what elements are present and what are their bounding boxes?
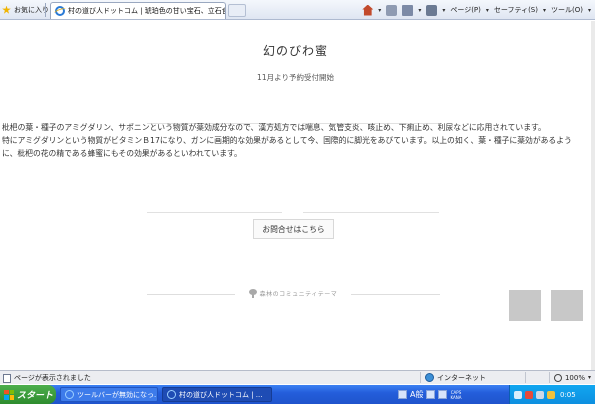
chevron-down-icon: ▾ — [485, 6, 489, 14]
chevron-down-icon: ▾ — [587, 6, 591, 14]
tree-icon — [248, 289, 257, 298]
chevron-down-icon[interactable]: ▾ — [378, 7, 381, 14]
taskbar-window-label: ツールバーが無効になっ... — [77, 390, 158, 399]
contact-button[interactable]: お問合せはこちら — [253, 219, 334, 239]
favorites-button[interactable]: お気に入り — [2, 3, 49, 17]
taskbar-window-button[interactable]: 村の道び人ドットコム | ... — [162, 387, 272, 402]
feed-icon[interactable] — [386, 4, 398, 16]
footer-theme-credit[interactable]: 森林のコミュニティテーマ — [236, 289, 350, 298]
browser-tab[interactable]: 村の道び人ドットコム | 琥珀色の甘い宝石、立石食蜂... — [50, 2, 226, 19]
safety-menu[interactable]: セーフティ(S) — [494, 5, 538, 15]
footer-divider — [147, 294, 235, 295]
magnifier-icon — [553, 373, 562, 382]
language-bar[interactable]: A般 CAPS KANA — [398, 388, 462, 401]
clock[interactable]: 0:05 — [560, 391, 576, 399]
new-tab-button[interactable] — [228, 4, 246, 17]
description-text: 枇杷の葉・種子のアミグダリン、サポニンという物質が薬効成分なので、漢方処方では喘… — [2, 121, 587, 161]
star-icon — [2, 5, 11, 14]
home-icon[interactable] — [362, 4, 374, 16]
dictionary-icon — [426, 390, 436, 399]
divider — [303, 212, 439, 213]
divider — [147, 212, 282, 213]
ie-icon — [167, 390, 176, 399]
start-button[interactable]: スタート — [0, 385, 56, 404]
status-message-area: ページが表示されました — [3, 373, 91, 383]
pad-icon — [438, 390, 448, 399]
zoom-control[interactable]: 100% ▾ — [548, 372, 591, 383]
zone-label: インターネット — [437, 373, 486, 382]
widget-button[interactable] — [509, 290, 541, 321]
ie-icon — [55, 6, 65, 16]
widget-button[interactable] — [551, 290, 583, 321]
vertical-scrollbar[interactable] — [591, 21, 595, 370]
ime-icon — [398, 390, 407, 399]
browser-toolbar: お気に入り 村の道び人ドットコム | 琥珀色の甘い宝石、立石食蜂... ▾ ▾ … — [0, 0, 595, 20]
taskbar-window-button[interactable]: ツールバーが無効になっ... — [60, 387, 158, 402]
start-label: スタート — [17, 391, 54, 401]
volume-icon[interactable] — [536, 390, 544, 399]
chevron-down-icon[interactable]: ▾ — [418, 7, 421, 14]
status-bar: ページが表示されました インターネット 100% ▾ — [0, 370, 595, 384]
footer-label: 森林のコミュニティテーマ — [259, 291, 338, 298]
footer-divider — [351, 294, 440, 295]
antivirus-icon[interactable] — [525, 390, 533, 399]
chevron-down-icon: ▾ — [587, 374, 591, 381]
paragraph: 枇杷の葉・種子のアミグダリン、サポニンという物質が薬効成分なので、漢方処方では喘… — [2, 123, 546, 132]
command-bar: ▾ ▾ ▾ ページ(P) ▾ セーフティ(S) ▾ ツール(O) ▾ — [362, 3, 591, 17]
ie-icon — [65, 390, 74, 399]
security-zone[interactable]: インターネット — [420, 372, 486, 383]
system-tray: 0:05 — [509, 385, 595, 404]
taskbar: スタート ツールバーが無効になっ... 村の道び人ドットコム | ... A般 … — [0, 385, 595, 404]
status-message: ページが表示されました — [14, 374, 91, 382]
windows-flag-icon — [4, 389, 14, 400]
ime-mode: A般 — [410, 390, 424, 399]
print-icon[interactable] — [426, 4, 438, 16]
tools-menu[interactable]: ツール(O) — [551, 5, 583, 15]
kana-label: KANA — [450, 394, 462, 400]
read-mail-icon[interactable] — [402, 4, 414, 16]
page-icon — [3, 373, 11, 383]
protected-mode-indicator[interactable] — [525, 372, 549, 383]
toolbar-separator — [45, 3, 46, 17]
zoom-level: 100% — [564, 373, 585, 382]
chevron-down-icon[interactable]: ▾ — [442, 7, 445, 14]
taskbar-window-label: 村の道び人ドットコム | ... — [179, 390, 263, 399]
globe-icon — [425, 373, 434, 382]
paragraph: 特にアミグダリンという物質がビタミンＢ17になり、ガンに画期的な効果があるとして… — [2, 136, 572, 159]
chevron-down-icon: ▾ — [542, 6, 546, 14]
network-icon[interactable] — [514, 390, 522, 399]
caps-kana-indicator: CAPS KANA — [450, 390, 461, 400]
update-icon[interactable] — [547, 390, 555, 399]
page-menu[interactable]: ページ(P) — [450, 5, 481, 15]
page-subtitle: 11月より予約受付開始 — [257, 73, 334, 82]
page-title: 幻のびわ蜜 — [262, 44, 328, 58]
favorites-label: お気に入り — [14, 6, 49, 14]
tab-title: 村の道び人ドットコム | 琥珀色の甘い宝石、立石食蜂... — [68, 7, 226, 15]
